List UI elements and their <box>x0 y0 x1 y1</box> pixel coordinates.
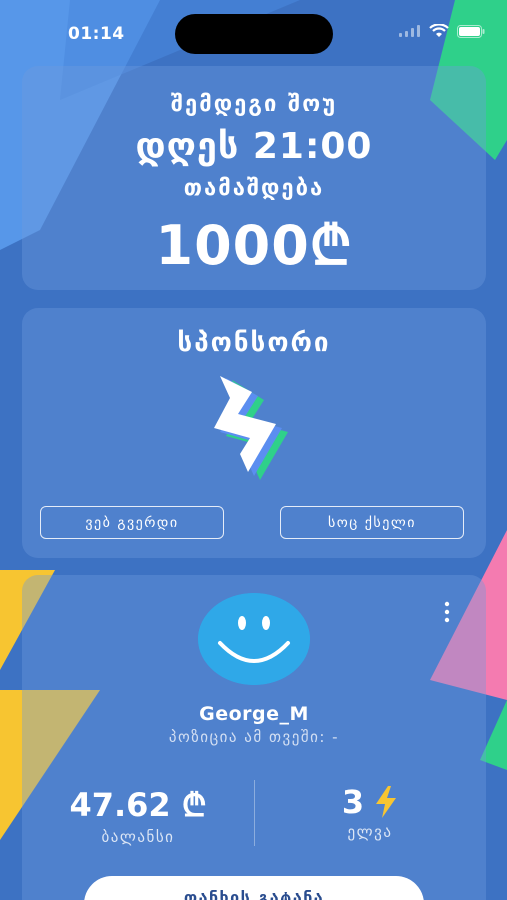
status-bar: 01:14 <box>0 0 507 64</box>
prize-label: თამაშდება <box>183 176 325 201</box>
website-button[interactable]: ვებ გვერდი <box>40 506 224 539</box>
next-show-label: შემდეგი შოუ <box>170 92 338 117</box>
smiley-avatar-icon <box>198 593 310 685</box>
lightning-icon <box>376 786 397 818</box>
next-show-card: შემდეგი შოუ დღეს 21:00 თამაშდება 1000₾ <box>22 66 486 290</box>
show-time: დღეს 21:00 <box>135 126 373 167</box>
monthly-position: პოზიცია ამ თვეში: - <box>168 728 340 746</box>
status-time: 01:14 <box>68 24 125 44</box>
profile-card: George_M პოზიცია ამ თვეში: - 47.62 ₾ ბალ… <box>22 575 486 900</box>
status-icons <box>399 24 485 38</box>
sponsor-title: სპონსორი <box>177 328 331 358</box>
home-screen: 01:14 შემდეგი შოუ დღეს 21:00 თამაშდება 1… <box>0 0 507 900</box>
lightning-count: 3 <box>341 783 365 821</box>
lightning-label: ელვა <box>347 823 393 841</box>
battery-icon <box>457 24 485 38</box>
dynamic-island <box>175 14 333 54</box>
more-vertical-icon[interactable] <box>442 601 452 623</box>
lightning-stat: 3 ელვა <box>254 783 486 841</box>
prize-amount: 1000₾ <box>155 214 353 277</box>
withdraw-button[interactable]: თანხის გატანა <box>84 876 424 900</box>
signal-icon <box>399 25 420 37</box>
balance-stat: 47.62 ₾ ბალანსი <box>22 783 254 846</box>
balance-label: ბალანსი <box>101 828 175 846</box>
lightning-logo-icon <box>214 376 288 480</box>
sponsor-card: სპონსორი ვებ გვერდი სოც ქსელი <box>22 308 486 558</box>
username: George_M <box>199 703 309 725</box>
wifi-icon <box>429 24 449 37</box>
social-button[interactable]: სოც ქსელი <box>280 506 464 539</box>
balance-value: 47.62 ₾ <box>69 786 207 824</box>
